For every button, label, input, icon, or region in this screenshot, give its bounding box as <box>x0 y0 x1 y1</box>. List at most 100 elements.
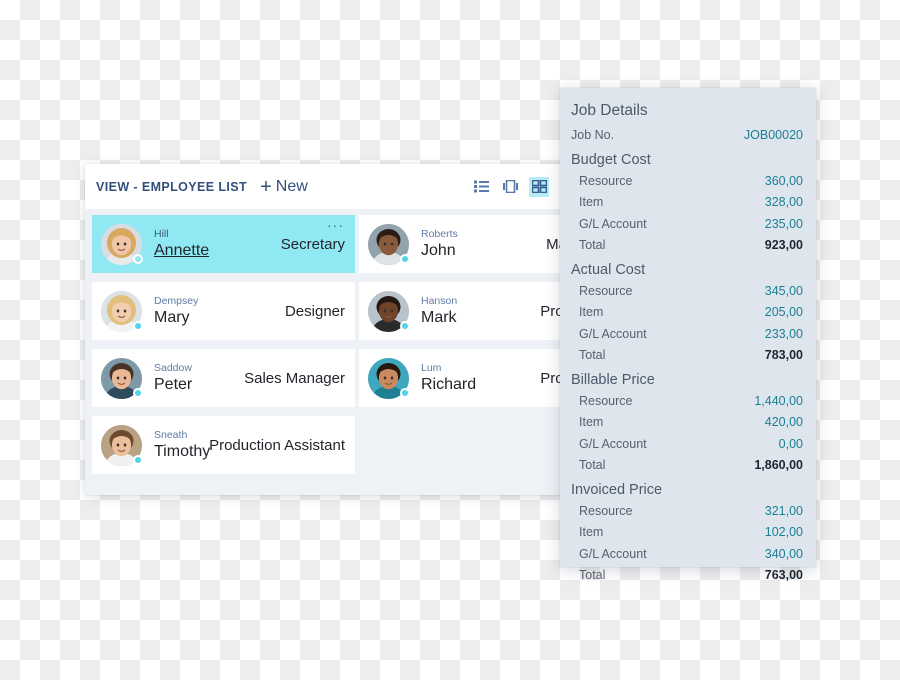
employee-firstname: Peter <box>154 376 193 393</box>
employee-name-block: Dempsey Mary <box>154 295 198 327</box>
employee-card[interactable]: Dempsey Mary Designer <box>92 282 355 340</box>
employee-column-right: RobertsJohn Managing HansonMark Production L… <box>359 215 561 416</box>
cost-total-row: Total 763,00 <box>571 565 803 587</box>
cost-row-value: 102,00 <box>764 525 803 539</box>
employee-surname: Saddow <box>154 362 192 374</box>
employee-card[interactable]: Sneath Timothy Production Assistant <box>92 416 355 474</box>
cost-row-value: 763,00 <box>764 568 803 582</box>
cost-total-row: Total 923,00 <box>571 235 803 257</box>
cost-row-label: Resource <box>579 173 633 188</box>
cost-row-label: G/L Account <box>579 326 647 341</box>
employee-role: Managing <box>546 235 561 253</box>
employee-firstname: Timothy <box>154 443 211 460</box>
employee-firstname: Mary <box>154 309 190 326</box>
employee-column-left: Hill Annette Secretary ··· Dempsey Mary Design… <box>92 215 355 483</box>
job-details-title: Job Details <box>571 102 648 119</box>
cost-row-label: Resource <box>579 283 633 298</box>
employee-list-header: VIEW - EMPLOYEE LIST + New <box>85 164 561 209</box>
cost-row: Resource 345,00 <box>571 281 803 303</box>
employee-surname: Roberts <box>421 228 458 240</box>
employee-role: Secretary <box>280 235 345 253</box>
cost-row-label: Total <box>579 458 606 472</box>
card-overflow-menu[interactable]: ··· <box>327 218 344 232</box>
employee-firstname: Richard <box>421 376 477 393</box>
presence-indicator <box>400 387 410 398</box>
cost-row-label: Total <box>579 568 606 582</box>
cost-row-value: 340,00 <box>764 546 803 561</box>
cost-row: Resource 360,00 <box>571 171 803 193</box>
cost-row-label: Resource <box>579 503 633 518</box>
cost-group-title: Invoiced Price <box>571 481 663 498</box>
list-view-icon[interactable] <box>471 177 491 197</box>
avatar <box>368 357 410 399</box>
cost-row-value: 360,00 <box>764 173 803 188</box>
presence-indicator <box>133 253 143 264</box>
employee-surname: Lum <box>421 362 442 374</box>
employee-role: Sales Manager <box>244 369 345 387</box>
cost-row-label: G/L Account <box>579 436 647 451</box>
presence-indicator <box>133 320 143 331</box>
employee-card[interactable]: Hanson Mark Production <box>359 282 561 340</box>
job-no-label: Job No. <box>571 128 615 142</box>
employee-name-block: Saddow Peter <box>154 362 192 394</box>
card-view-icon[interactable] <box>500 177 520 197</box>
avatar <box>368 290 410 332</box>
cost-row: Item 420,00 <box>571 412 803 434</box>
employee-name-block: Hill Annette <box>154 228 209 260</box>
add-new-button[interactable]: + New <box>260 177 308 197</box>
cost-row-label: Total <box>579 238 606 252</box>
avatar <box>101 357 143 399</box>
cost-row-value: 205,00 <box>764 305 803 319</box>
cost-row: G/L Account 235,00 <box>571 214 803 236</box>
avatar <box>101 424 143 466</box>
cost-group-title: Budget Cost <box>571 151 651 168</box>
employee-card[interactable]: Saddow Peter Sales Manager <box>92 349 355 407</box>
cost-row-label: Item <box>579 305 604 319</box>
presence-indicator <box>133 454 143 465</box>
cost-row-value: 321,00 <box>764 503 803 518</box>
employee-card[interactable]: Hill Annette Secretary ··· <box>92 215 355 273</box>
cost-row: G/L Account 0,00 <box>571 434 803 456</box>
page-title: VIEW - EMPLOYEE LIST <box>96 179 248 194</box>
cost-group-title: Billable Price <box>571 371 655 388</box>
employee-name-block: Roberts John <box>421 228 458 260</box>
cost-row-label: Item <box>579 195 604 209</box>
view-mode-switcher <box>471 176 549 197</box>
employee-role: Production Assistant <box>209 436 345 454</box>
employee-card[interactable]: Lum Richard Production <box>359 349 561 407</box>
employee-firstname[interactable]: Annette <box>154 241 209 260</box>
cost-row-label: Item <box>579 415 604 429</box>
employee-surname: Sneath <box>154 429 188 441</box>
employee-surname: Hanson <box>421 295 458 307</box>
cost-row-value: 345,00 <box>764 283 803 298</box>
add-new-label: New <box>275 177 308 195</box>
grid-view-icon[interactable] <box>529 176 549 197</box>
employee-cards-area: Hill Annette Secretary ··· Dempsey Mary Design… <box>85 209 561 495</box>
cost-row-value: 235,00 <box>764 216 803 231</box>
cost-row-value: 233,00 <box>764 326 803 341</box>
cost-row: Item 102,00 <box>571 522 803 544</box>
avatar <box>368 223 410 265</box>
cost-row-value: 1,860,00 <box>754 458 803 472</box>
presence-indicator <box>400 253 410 264</box>
presence-indicator <box>133 387 143 398</box>
cost-total-row: Total 1,860,00 <box>571 455 803 477</box>
cost-row: Item 205,00 <box>571 302 803 324</box>
employee-role: Production <box>540 302 561 320</box>
job-no-value: JOB00020 <box>743 128 803 142</box>
employee-surname: Hill <box>154 228 169 240</box>
employee-list-window: VIEW - EMPLOYEE LIST + New Hill Annette … <box>85 164 561 495</box>
cost-row-value: 0,00 <box>778 436 803 451</box>
cost-group-title: Actual Cost <box>571 261 646 278</box>
avatar <box>101 223 143 265</box>
cost-total-row: Total 783,00 <box>571 345 803 367</box>
cost-row: Resource 1,440,00 <box>571 391 803 413</box>
employee-card[interactable]: Roberts John Managing <box>359 215 561 273</box>
employee-name-block: Lum Richard <box>421 362 476 394</box>
cost-row: Resource 321,00 <box>571 501 803 523</box>
employee-name-block: Hanson Mark <box>421 295 457 327</box>
cost-row: G/L Account 233,00 <box>571 324 803 346</box>
employee-role: Designer <box>284 302 345 320</box>
cost-row-label: Item <box>579 525 604 539</box>
cost-row-label: Total <box>579 348 606 362</box>
